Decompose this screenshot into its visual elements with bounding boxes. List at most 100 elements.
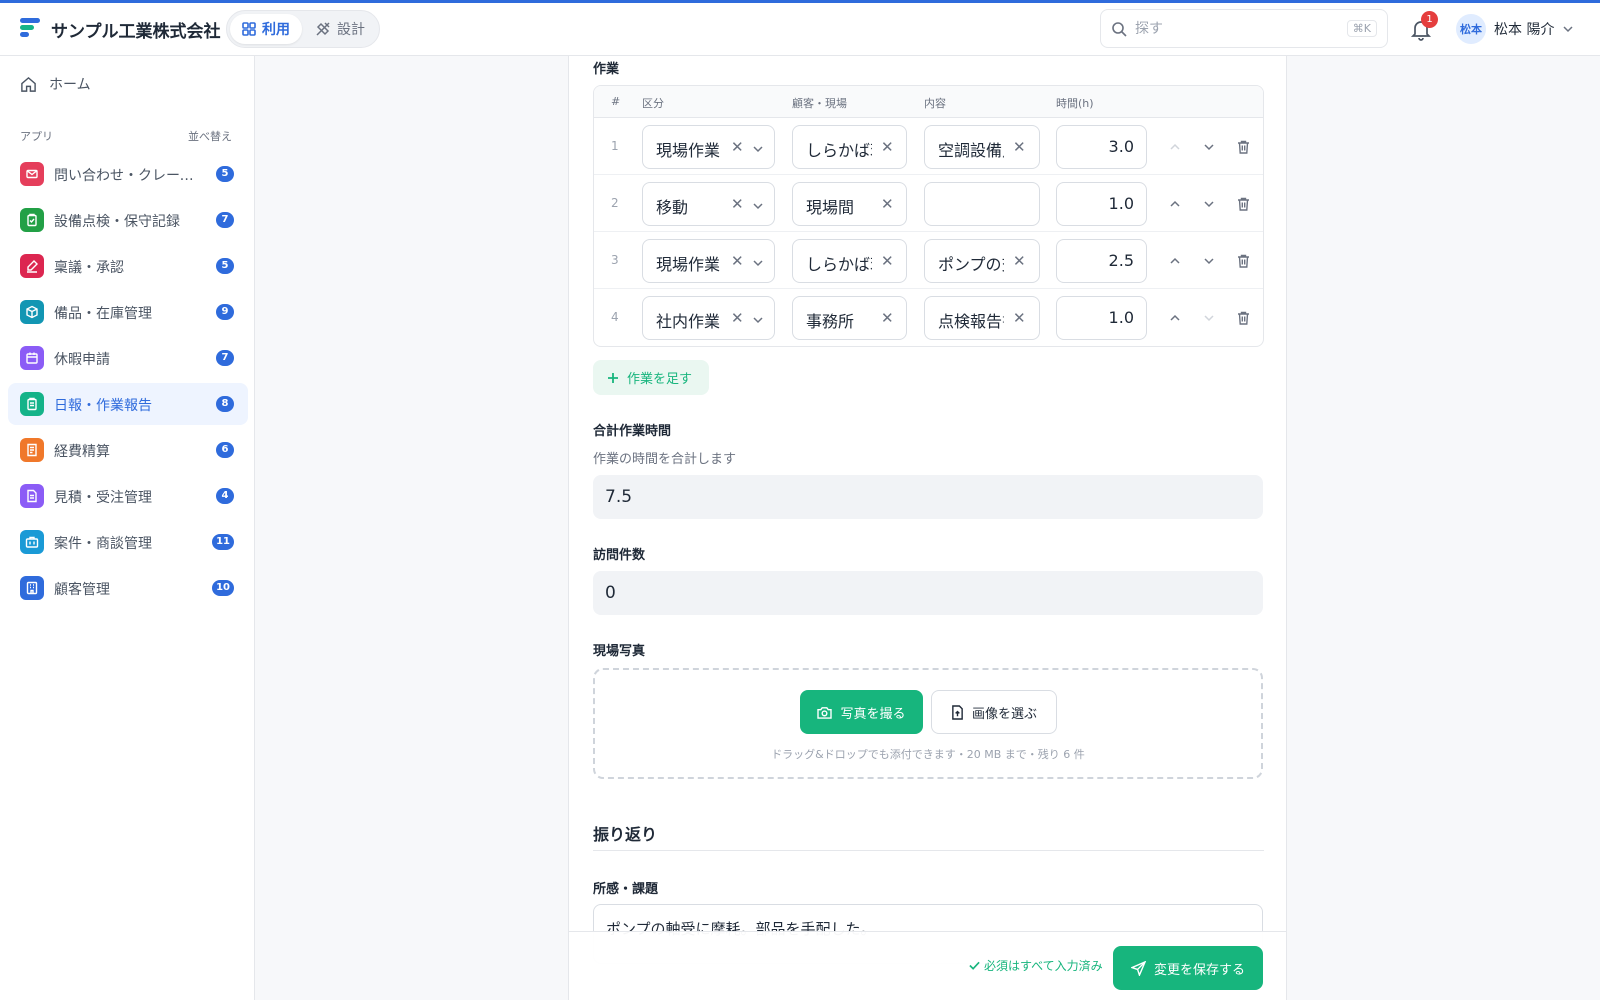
hours-field[interactable]: 3.0 (1056, 125, 1147, 169)
customer-site-field[interactable]: 現場間 ✕ (792, 182, 907, 226)
trash-icon (1237, 254, 1249, 268)
clear-icon[interactable]: ✕ (731, 138, 744, 156)
search-box[interactable]: ⌘K (1100, 9, 1388, 48)
hours-field[interactable]: 1.0 (1056, 296, 1147, 340)
top-bar: サンプル工業株式会社 利用 設計 ⌘K 1 松本 松本 陽介 (0, 3, 1600, 56)
sidebar-item-label: 案件・商談管理 (54, 536, 152, 552)
work-content-field[interactable]: ポンプの交換 ✕ (924, 239, 1040, 283)
clear-icon[interactable]: ✕ (731, 195, 744, 213)
dropdown-toggle[interactable] (752, 254, 764, 273)
visits-label: 訪問件数 (593, 548, 646, 563)
sidebar-item[interactable]: 休暇申請 7 (8, 337, 248, 379)
column-header: 顧客・現場 (792, 97, 847, 110)
hours-value: 1.0 (1108, 308, 1134, 327)
sidebar-item[interactable]: 見積・受注管理 4 (8, 475, 248, 517)
receipt-icon (27, 443, 37, 457)
trash-icon (1237, 311, 1249, 325)
add-work-button[interactable]: 作業を足す (593, 360, 709, 395)
clear-icon[interactable]: ✕ (731, 309, 744, 327)
search-input[interactable] (1135, 18, 1325, 40)
sidebar-item-label: 設備点検・保守記録 (54, 214, 180, 230)
kubun-select[interactable]: 現場作業 ✕ (642, 125, 775, 169)
move-up-button[interactable] (1166, 252, 1184, 270)
work-content-field[interactable] (924, 182, 1040, 226)
clear-icon[interactable]: ✕ (881, 252, 894, 270)
clear-icon[interactable]: ✕ (881, 195, 894, 213)
sidebar-item-label: 稟議・承認 (54, 260, 124, 276)
move-down-button[interactable] (1200, 138, 1218, 156)
clear-icon[interactable]: ✕ (1013, 309, 1026, 327)
column-header: 区分 (642, 97, 664, 110)
review-field-label: 所感・課題 (593, 882, 659, 897)
work-content-field[interactable]: 空調設備点検 ✕ (924, 125, 1040, 169)
sidebar-item[interactable]: 経費精算 6 (8, 429, 248, 471)
count-badge: 11 (212, 534, 234, 550)
choose-image-button[interactable]: 画像を選ぶ (931, 690, 1057, 734)
user-menu[interactable]: 松本 松本 陽介 (1456, 14, 1574, 44)
delete-row-button[interactable] (1234, 252, 1252, 270)
search-shortcut: ⌘K (1346, 20, 1377, 37)
clear-icon[interactable]: ✕ (881, 309, 894, 327)
clear-icon[interactable]: ✕ (1013, 138, 1026, 156)
dropdown-toggle[interactable] (752, 197, 764, 216)
sort-button[interactable]: 並べ替え (188, 128, 232, 144)
notification-badge: 1 (1421, 11, 1438, 28)
kubun-select[interactable]: 現場作業 ✕ (642, 239, 775, 283)
review-section-title: 振り返り (593, 825, 658, 844)
delete-row-button[interactable] (1234, 195, 1252, 213)
sidebar-item[interactable]: 問い合わせ・クレーム管理 5 (8, 153, 248, 195)
mode-use-button[interactable]: 利用 (230, 14, 302, 44)
work-content-field[interactable]: 点検報告書 ✕ (924, 296, 1040, 340)
clear-icon[interactable]: ✕ (731, 252, 744, 270)
kubun-value: 現場作業 (656, 141, 721, 160)
sidebar-item[interactable]: 設備点検・保守記録 7 (8, 199, 248, 241)
clear-icon[interactable]: ✕ (1013, 252, 1026, 270)
move-down-button[interactable] (1200, 195, 1218, 213)
hours-field[interactable]: 1.0 (1056, 182, 1147, 226)
photo-dropzone[interactable]: 写真を撮る 画像を選ぶ ドラッグ&ドロップでも添付できます・20 MB まで・残… (593, 668, 1263, 779)
move-up-button[interactable] (1166, 138, 1184, 156)
dropdown-toggle[interactable] (752, 140, 764, 159)
mode-design-label: 設計 (337, 22, 365, 38)
customer-site-field[interactable]: しらかば荘 ✕ (792, 239, 907, 283)
sidebar-item-label: 備品・在庫管理 (54, 306, 152, 322)
kubun-value: 現場作業 (656, 255, 721, 274)
kubun-select[interactable]: 移動 ✕ (642, 182, 775, 226)
mode-design-button[interactable]: 設計 (303, 14, 377, 44)
validation-status: 必須はすべて入力済み (969, 957, 1103, 974)
delete-row-button[interactable] (1234, 138, 1252, 156)
column-header: 内容 (924, 97, 946, 110)
move-down-button[interactable] (1200, 252, 1218, 270)
sidebar-item-home[interactable]: ホーム (8, 67, 248, 101)
clipboard-check-icon (27, 213, 37, 227)
clear-icon[interactable]: ✕ (881, 138, 894, 156)
dropdown-toggle[interactable] (752, 311, 764, 330)
sidebar-item[interactable]: 日報・作業報告 8 (8, 383, 248, 425)
delete-row-button[interactable] (1234, 309, 1252, 327)
work-content-value: ポンプの交換 (938, 255, 1004, 274)
sidebar-item[interactable]: 稟議・承認 5 (8, 245, 248, 287)
customer-site-value: しらかば荘 (806, 141, 872, 160)
customer-site-field[interactable]: 事務所 ✕ (792, 296, 907, 340)
box-icon (26, 305, 38, 319)
save-button[interactable]: 変更を保存する (1113, 946, 1263, 990)
move-down-button[interactable] (1200, 309, 1218, 327)
customer-site-value: 事務所 (806, 312, 855, 331)
row-number: 4 (611, 310, 619, 324)
kubun-select[interactable]: 社内作業 ✕ (642, 296, 775, 340)
hours-value: 2.5 (1108, 251, 1134, 270)
sidebar-item[interactable]: 備品・在庫管理 9 (8, 291, 248, 333)
move-up-button[interactable] (1166, 195, 1184, 213)
hours-field[interactable]: 2.5 (1056, 239, 1147, 283)
move-up-button[interactable] (1166, 309, 1184, 327)
sidebar-item[interactable]: 顧客管理 10 (8, 567, 248, 609)
take-photo-button[interactable]: 写真を撮る (800, 690, 923, 734)
file-upload-icon (952, 704, 963, 720)
mode-use-label: 利用 (262, 22, 290, 38)
customer-site-field[interactable]: しらかば荘 ✕ (792, 125, 907, 169)
count-badge: 8 (216, 396, 234, 412)
chevron-up-icon (1170, 200, 1180, 207)
section-divider (593, 850, 1264, 851)
sidebar-item[interactable]: 案件・商談管理 11 (8, 521, 248, 563)
chevron-down-icon (1204, 315, 1214, 322)
